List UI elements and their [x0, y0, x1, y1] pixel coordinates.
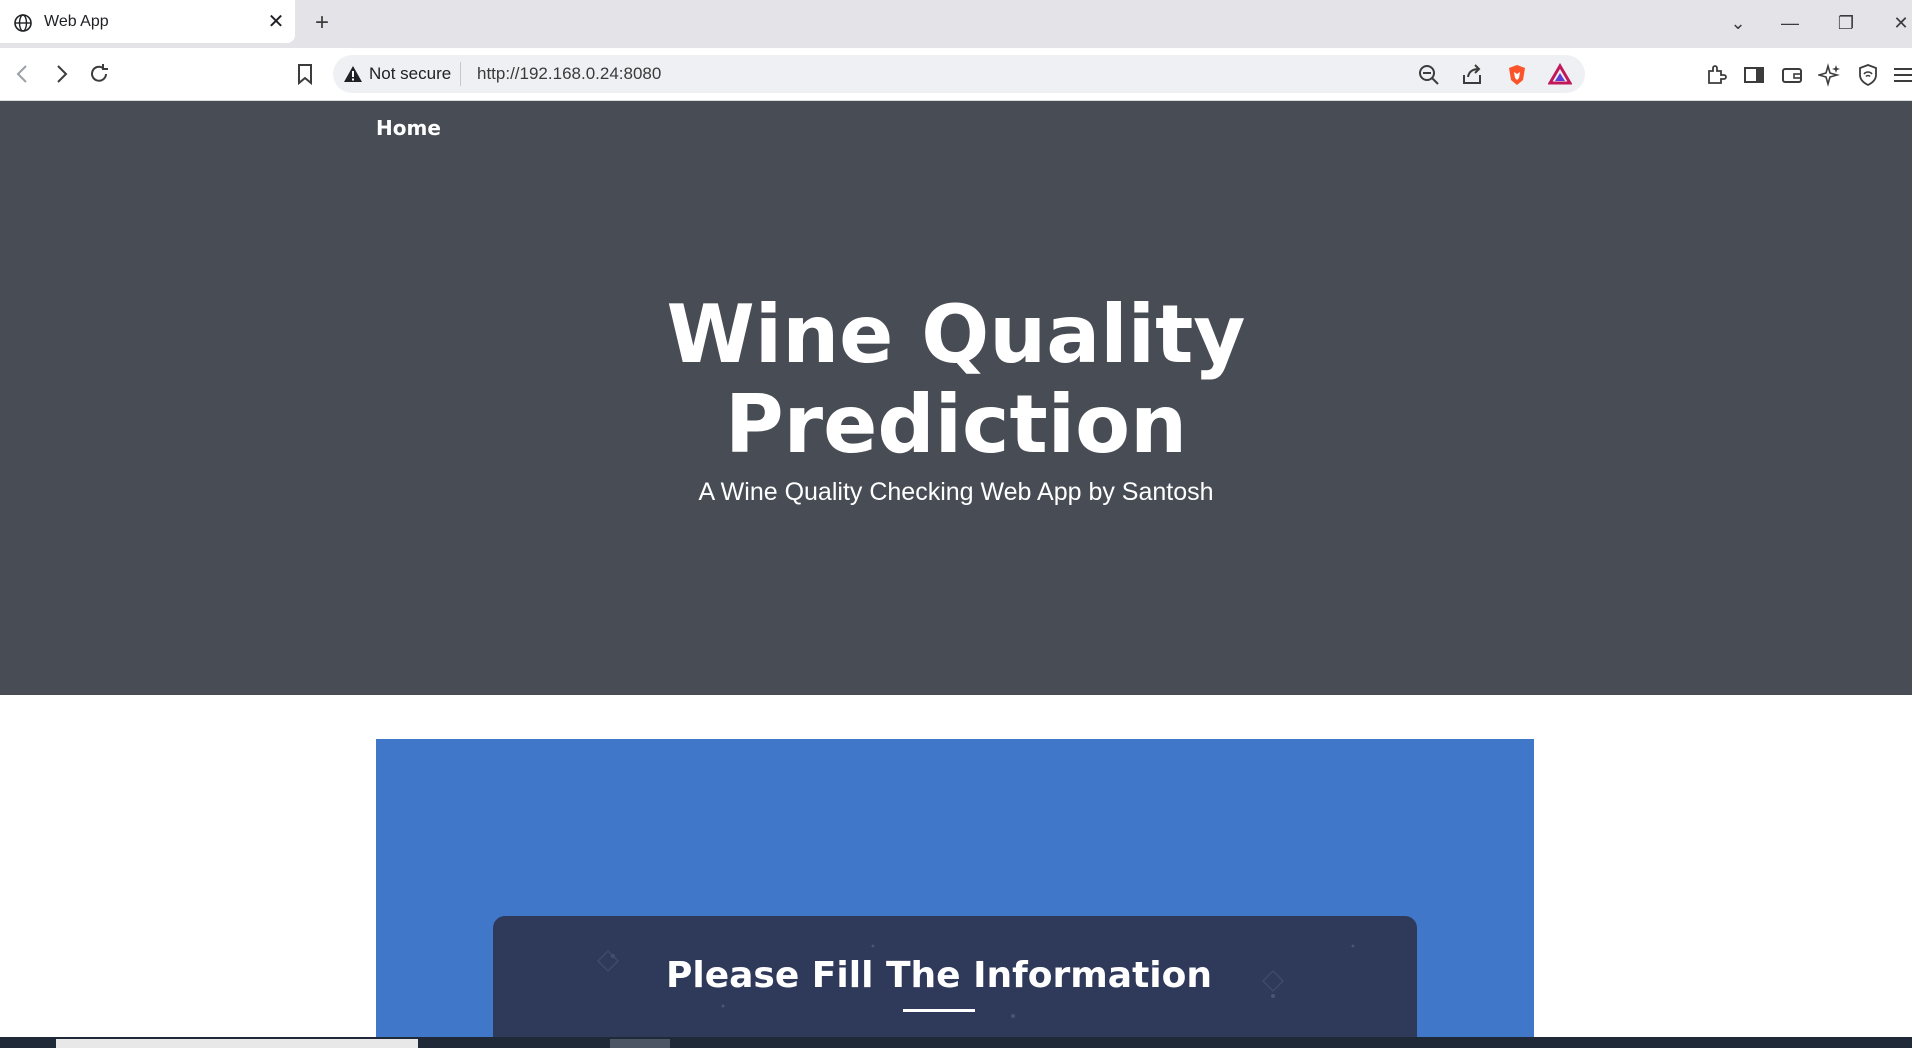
omnibox-divider	[460, 62, 461, 86]
brave-shields-icon[interactable]	[1505, 63, 1529, 87]
taskbar-app[interactable]	[610, 1039, 670, 1048]
brave-rewards-icon[interactable]	[1548, 63, 1572, 87]
hero-title: Wine Quality Prediction	[666, 288, 1246, 471]
bookmark-icon[interactable]	[292, 61, 318, 87]
share-icon[interactable]	[1460, 63, 1484, 87]
warning-icon[interactable]	[343, 64, 363, 84]
extensions-icon[interactable]	[1704, 63, 1728, 87]
zoom-out-icon[interactable]	[1417, 63, 1441, 87]
tab-strip: Web App ✕ + ⌄ — ❐ ✕	[0, 0, 1912, 48]
globe-icon	[14, 14, 32, 32]
hero-subtitle: A Wine Quality Checking Web App by Santo…	[698, 478, 1214, 506]
tab-title: Web App	[44, 13, 109, 30]
security-label[interactable]: Not secure	[369, 64, 451, 84]
reload-icon[interactable]	[86, 61, 112, 87]
vpn-icon[interactable]	[1856, 63, 1880, 87]
forward-icon[interactable]	[48, 61, 74, 87]
restore-button[interactable]: ❐	[1831, 10, 1861, 36]
sidebar-icon[interactable]	[1742, 63, 1766, 87]
close-window-button[interactable]: ✕	[1886, 10, 1912, 36]
title-underline	[903, 1009, 975, 1012]
tab-web-app[interactable]: Web App ✕	[0, 0, 295, 43]
new-tab-button[interactable]: +	[309, 10, 335, 36]
minimize-button[interactable]: —	[1775, 10, 1805, 36]
wallet-icon[interactable]	[1780, 63, 1804, 87]
url-text[interactable]: http://192.168.0.24:8080	[477, 64, 661, 84]
close-tab-icon[interactable]: ✕	[265, 11, 287, 33]
back-icon[interactable]	[10, 61, 36, 87]
nav-home-link[interactable]: Home	[376, 116, 441, 140]
tab-search-icon[interactable]: ⌄	[1723, 10, 1753, 36]
taskbar	[0, 1037, 1912, 1048]
taskbar-search[interactable]	[56, 1039, 418, 1048]
menu-icon[interactable]	[1890, 63, 1912, 87]
leo-ai-icon[interactable]	[1818, 63, 1842, 87]
form-card-title: Please Fill The Information	[666, 955, 1212, 996]
